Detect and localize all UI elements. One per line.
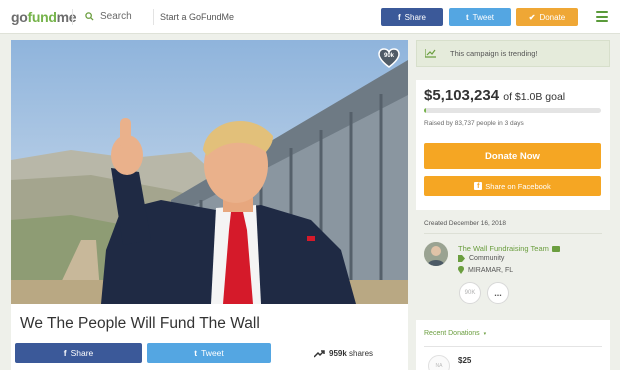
twitter-icon: t	[465, 12, 469, 22]
checkmark-icon: ✔	[528, 12, 536, 22]
facebook-icon: f	[474, 182, 483, 190]
trending-banner: This campaign is trending!	[416, 40, 610, 67]
created-date: Created December 16, 2018	[424, 220, 507, 227]
donation-amount: $25	[458, 356, 472, 365]
donation-panel: $5,103,234 of $1.0B goal Raised by 83,73…	[416, 80, 610, 210]
tag-icon	[458, 255, 465, 262]
header-share-button[interactable]: f Share	[381, 8, 443, 26]
raised-amount: $5,103,234	[424, 87, 500, 104]
location-text: MIRAMAR, FL	[468, 266, 514, 274]
logo-go-text: go	[11, 9, 28, 25]
header-donate-button[interactable]: ✔ Donate	[516, 8, 578, 26]
progress-fill	[424, 108, 426, 113]
organizer-avatar-image	[424, 242, 448, 266]
header-donate-label: Donate	[539, 12, 566, 22]
search-label: Search	[100, 11, 132, 22]
gofundme-logo[interactable]: gofundme	[11, 9, 77, 25]
organizer-location: MIRAMAR, FL	[458, 266, 513, 274]
header-share-label: Share	[404, 12, 427, 22]
organizer-category: Community	[458, 255, 504, 262]
campaign-tweet-label: Tweet	[201, 348, 224, 358]
share-on-facebook-button[interactable]: f Share on Facebook	[424, 176, 601, 196]
top-navigation-bar: gofundme Search Start a GoFundMe f Share…	[0, 0, 620, 34]
header-tweet-button[interactable]: t Tweet	[449, 8, 511, 26]
organizer-divider	[424, 233, 602, 234]
recent-donations-panel: Recent Donations ▾ NA $25	[416, 320, 610, 370]
mail-icon	[551, 245, 560, 252]
donor-avatar: NA	[428, 355, 450, 370]
like-heart-badge[interactable]: 90k	[378, 48, 400, 68]
start-gofundme-link[interactable]: Start a GoFundMe	[160, 12, 234, 22]
search-link[interactable]: Search	[85, 11, 132, 22]
chevron-down-icon: ▾	[483, 330, 487, 337]
nav-divider	[72, 9, 73, 25]
trending-text: This campaign is trending!	[450, 49, 538, 58]
campaign-title: We The People Will Fund The Wall	[20, 315, 260, 332]
logo-me-text: me	[56, 9, 77, 25]
campaign-share-button[interactable]: f Share	[15, 343, 142, 363]
more-options-button[interactable]: ...	[487, 282, 509, 304]
campaign-photo-illustration	[11, 40, 408, 304]
goal-text: of $1.0B goal	[503, 91, 566, 103]
organizer-name-link[interactable]: The Wall Fundraising Team	[458, 244, 560, 253]
shares-number: 959k	[329, 349, 347, 358]
fundraising-progress-bar	[424, 108, 601, 113]
category-text: Community	[469, 255, 505, 262]
raised-by-text: Raised by 83,737 people in 3 days	[424, 120, 524, 127]
recent-donations-divider	[424, 346, 602, 347]
amount-raised: $5,103,234 of $1.0B goal	[424, 87, 565, 104]
header-tweet-label: Tweet	[472, 12, 494, 22]
shares-count: 959k shares	[314, 349, 373, 358]
campaign-tweet-button[interactable]: t Tweet	[147, 343, 271, 363]
logo-fund-text: fund	[27, 9, 57, 25]
campaign-share-label: Share	[70, 348, 94, 358]
share-on-facebook-label: Share on Facebook	[485, 181, 551, 191]
trending-chart-icon	[425, 49, 436, 58]
campaign-card: 90k We The People Will Fund The Wall f S…	[11, 40, 408, 370]
menu-icon[interactable]	[596, 11, 608, 22]
recent-donations-toggle[interactable]: Recent Donations ▾	[424, 330, 486, 337]
trend-up-icon	[314, 349, 325, 358]
organizer-avatar[interactable]	[424, 242, 448, 266]
nav-divider	[153, 9, 154, 25]
twitter-icon: t	[194, 348, 198, 358]
location-pin-icon	[458, 266, 464, 274]
donate-now-button[interactable]: Donate Now	[424, 143, 601, 169]
facebook-icon: f	[63, 348, 67, 358]
organizer-name: The Wall Fundraising Team	[458, 244, 549, 253]
heart-count: 90k	[383, 53, 394, 59]
facebook-icon: f	[397, 12, 401, 22]
shares-label: shares	[349, 349, 374, 358]
search-icon	[85, 12, 94, 21]
recent-donations-heading: Recent Donations	[424, 330, 480, 337]
campaign-photo: 90k	[11, 40, 408, 304]
organizer-stat-circle[interactable]: 90K	[459, 282, 481, 304]
